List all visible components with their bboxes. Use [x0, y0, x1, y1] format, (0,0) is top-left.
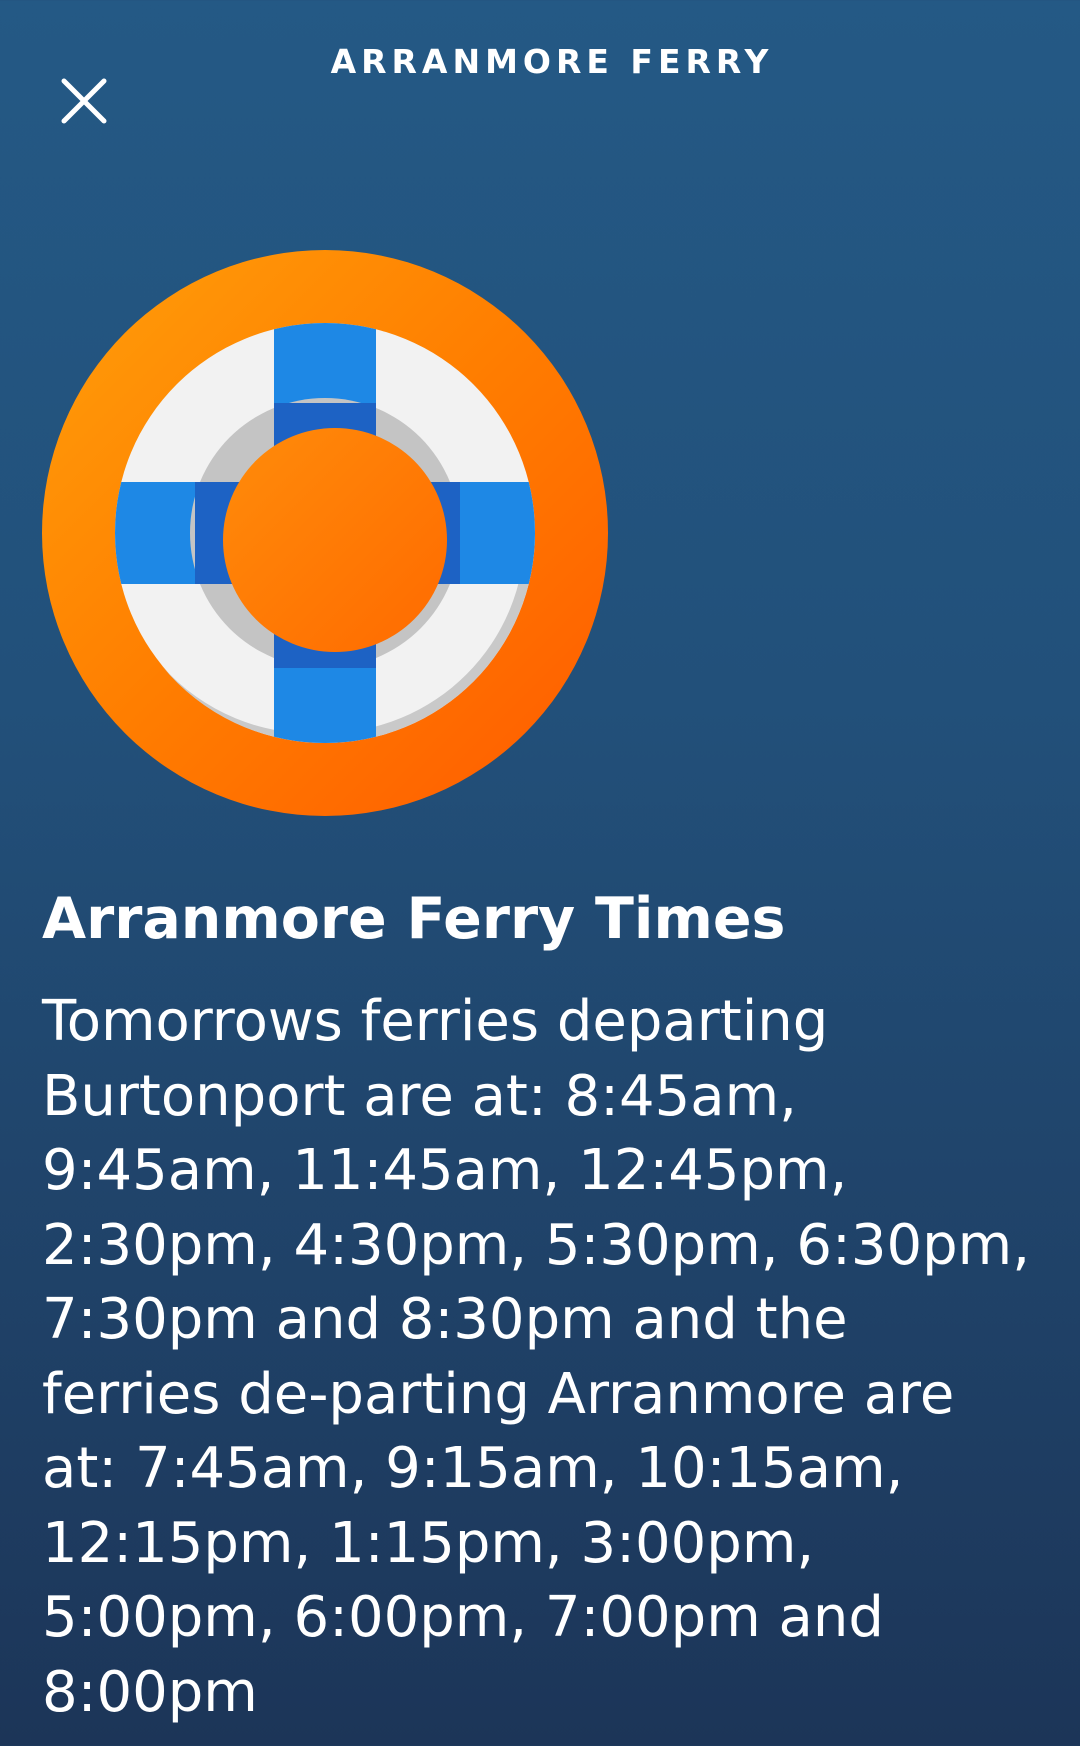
card-body-text: Tomorrows ferries departing Burtonport a… [42, 989, 1031, 1725]
card-title: Arranmore Ferry Times [42, 886, 786, 952]
hero-image [42, 250, 608, 816]
header-title: ARRANMORE FERRY [330, 42, 774, 81]
lifebuoy-icon [42, 250, 608, 816]
close-icon[interactable] [58, 75, 110, 127]
close-button[interactable] [58, 75, 110, 127]
